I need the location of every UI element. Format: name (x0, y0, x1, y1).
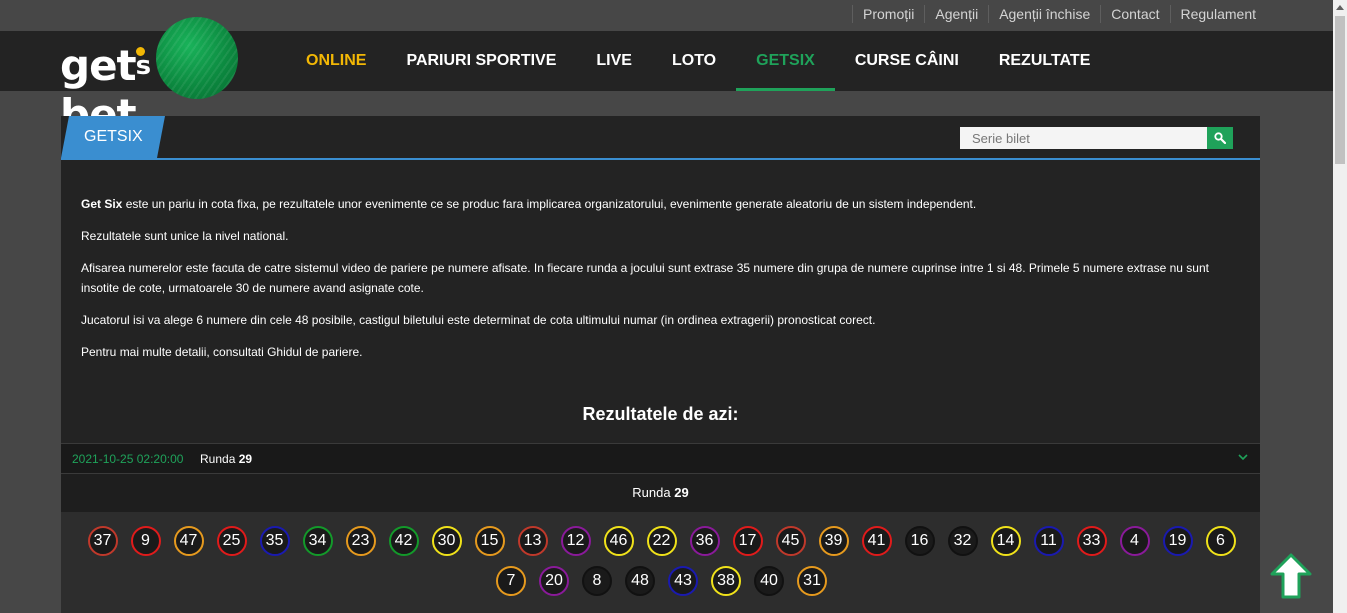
panel-header: GETSIX (61, 116, 1260, 160)
chevron-down-icon[interactable] (1238, 454, 1248, 461)
description: Get Six este un pariu in cota fixa, pe r… (61, 160, 1260, 362)
round-datetime: 2021-10-25 02:20:00 (72, 452, 184, 466)
number-ball: 48 (625, 566, 655, 596)
number-ball: 33 (1076, 526, 1107, 556)
number-ball: 32 (947, 526, 978, 556)
number-ball: 47 (173, 526, 204, 556)
main-header: gets bet ONLINE PARIURI SPORTIVE LIVE LO… (0, 17, 1333, 139)
drawn-numbers: 37 9 47 25 35 34 23 42 30 15 13 12 46 22 36 17 45 39 41 16 3… (61, 512, 1260, 613)
scroll-thumb[interactable] (1335, 16, 1345, 164)
number-ball: 7 (496, 566, 526, 596)
number-ball: 36 (689, 526, 720, 556)
number-ball: 35 (259, 526, 290, 556)
nav-online[interactable]: ONLINE (286, 31, 386, 91)
number-ball: 41 (861, 526, 892, 556)
number-ball: 4 (1119, 526, 1150, 556)
round-label: Runda 29 (200, 452, 253, 466)
description-p1: Get Six este un pariu in cota fixa, pe r… (81, 197, 977, 211)
nav-pariuri-sportive[interactable]: PARIURI SPORTIVE (386, 31, 576, 91)
number-ball: 25 (216, 526, 247, 556)
ticket-search-input[interactable] (960, 127, 1207, 149)
number-ball: 46 (603, 526, 634, 556)
toplink-regulament[interactable]: Regulament (1169, 5, 1267, 23)
toplink-agentii[interactable]: Agenții (924, 5, 988, 23)
panel-tab-getsix: GETSIX (61, 116, 165, 158)
number-ball: 20 (539, 566, 569, 596)
number-ball: 16 (904, 526, 935, 556)
arrow-up-icon (1270, 553, 1312, 599)
number-ball: 12 (560, 526, 591, 556)
nav-rezultate[interactable]: REZULTATE (979, 31, 1111, 91)
number-ball: 30 (431, 526, 462, 556)
description-p3: Afisarea numerelor este facuta de catre … (81, 261, 1209, 295)
nav-live[interactable]: LIVE (576, 31, 652, 91)
logo-dot (136, 47, 145, 56)
number-ball: 42 (388, 526, 419, 556)
description-p4: Jucatorul isi va alege 6 numere din cele… (81, 313, 876, 327)
nav-getsix[interactable]: GETSIX (736, 31, 835, 91)
number-ball: 9 (130, 526, 161, 556)
number-ball: 45 (775, 526, 806, 556)
number-ball: 17 (732, 526, 763, 556)
number-ball: 13 (517, 526, 548, 556)
number-ball: 37 (87, 526, 118, 556)
number-ball: 40 (754, 566, 784, 596)
number-ball: 22 (646, 526, 677, 556)
number-ball: 19 (1162, 526, 1193, 556)
number-ball: 43 (668, 566, 698, 596)
top-links: Promoții Agenții Agenții închise Contact… (852, 5, 1266, 23)
round-header[interactable]: 2021-10-25 02:20:00 Runda 29 (61, 443, 1260, 474)
number-ball: 15 (474, 526, 505, 556)
search-icon (1214, 132, 1226, 144)
toplink-contact[interactable]: Contact (1100, 5, 1169, 23)
description-p2: Rezultatele sunt unice la nivel national… (81, 229, 289, 243)
logo[interactable]: gets bet (60, 17, 240, 139)
number-ball: 38 (711, 566, 741, 596)
number-ball: 14 (990, 526, 1021, 556)
results-title: Rezultatele de azi: (582, 404, 739, 424)
scrollbar[interactable] (1333, 0, 1347, 613)
panel-tab-label: GETSIX (84, 128, 143, 145)
description-p5: Pentru mai multe detalii, consultati Ghi… (81, 345, 363, 359)
toplink-promotii[interactable]: Promoții (852, 5, 924, 23)
search-button[interactable] (1207, 127, 1233, 149)
number-ball: 8 (582, 566, 612, 596)
number-ball: 34 (302, 526, 333, 556)
ticket-search (960, 127, 1233, 149)
number-ball: 31 (797, 566, 827, 596)
nav-loto[interactable]: LOTO (652, 31, 736, 91)
main-nav: ONLINE PARIURI SPORTIVE LIVE LOTO GETSIX… (286, 31, 1110, 91)
back-to-top-button[interactable] (1268, 552, 1314, 600)
nav-curse-caini[interactable]: CURSE CÂINI (835, 31, 979, 91)
scroll-up-icon[interactable] (1333, 0, 1347, 14)
toplink-agentii-inchise[interactable]: Agenții închise (988, 5, 1100, 23)
number-ball: 39 (818, 526, 849, 556)
ball-list: 37 9 47 25 35 34 23 42 30 15 13 12 46 22 36 17 45 39 41 16 3… (79, 526, 1244, 596)
number-ball: 11 (1033, 526, 1064, 556)
number-ball: 23 (345, 526, 376, 556)
round-subtitle: Runda 29 (61, 474, 1260, 512)
number-ball: 6 (1205, 526, 1236, 556)
getsix-panel: GETSIX Get Six este un pariu in cota fix… (61, 116, 1260, 613)
